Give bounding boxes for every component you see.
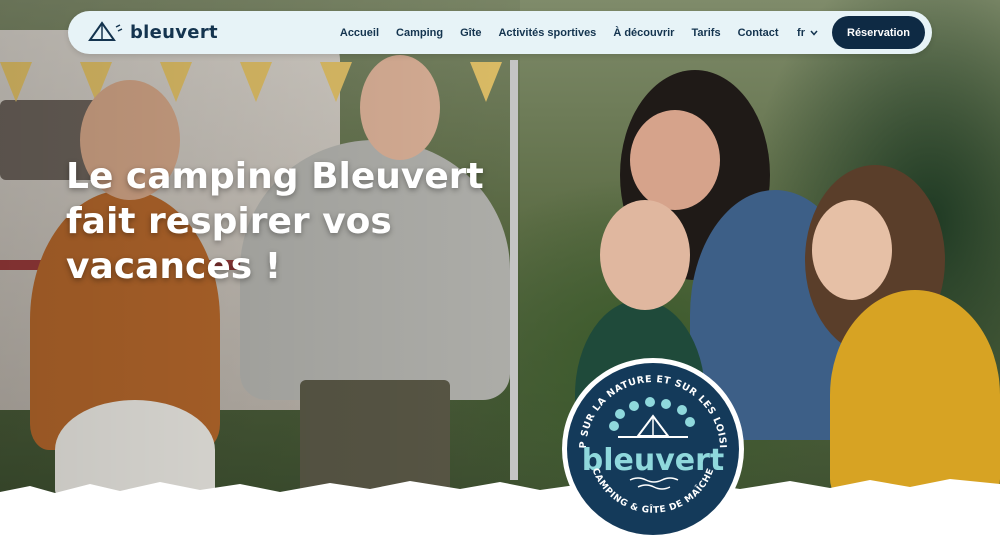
chevron-down-icon [810, 27, 818, 39]
nav-item-gite[interactable]: Gîte [452, 27, 490, 39]
bleuvert-badge: CAP SUR LA NATURE ET SUR LES LOISIRS ble… [560, 356, 744, 540]
badge-brand-name: bleuvert [582, 443, 725, 478]
nav-item-contact[interactable]: Contact [729, 27, 787, 39]
torn-paper-edge [0, 479, 1000, 554]
nav-item-a-decouvrir[interactable]: À découvrir [605, 27, 683, 39]
hero-headline-line: vacances ! [66, 246, 282, 287]
language-selector[interactable]: fr [787, 27, 832, 39]
reservation-button[interactable]: Réservation [832, 16, 925, 49]
hero-headline-line: fait respirer vos [66, 201, 392, 242]
nav-item-camping[interactable]: Camping [388, 27, 452, 39]
nav-item-accueil[interactable]: Accueil [331, 27, 387, 39]
hero-headline-line: Le camping Bleuvert [66, 156, 484, 197]
brand-logo[interactable]: bleuvert [88, 20, 218, 45]
hero-headline: Le camping Bleuvert fait respirer vos va… [66, 154, 486, 289]
nav-item-tarifs[interactable]: Tarifs [683, 27, 729, 39]
tent-icon [88, 20, 124, 45]
top-navbar: bleuvert Accueil Camping Gîte Activités … [68, 11, 932, 54]
nav-item-activites-sportives[interactable]: Activités sportives [490, 27, 605, 39]
language-label: fr [797, 26, 805, 39]
brand-name: bleuvert [130, 22, 218, 43]
main-nav: Accueil Camping Gîte Activités sportives… [331, 16, 925, 49]
